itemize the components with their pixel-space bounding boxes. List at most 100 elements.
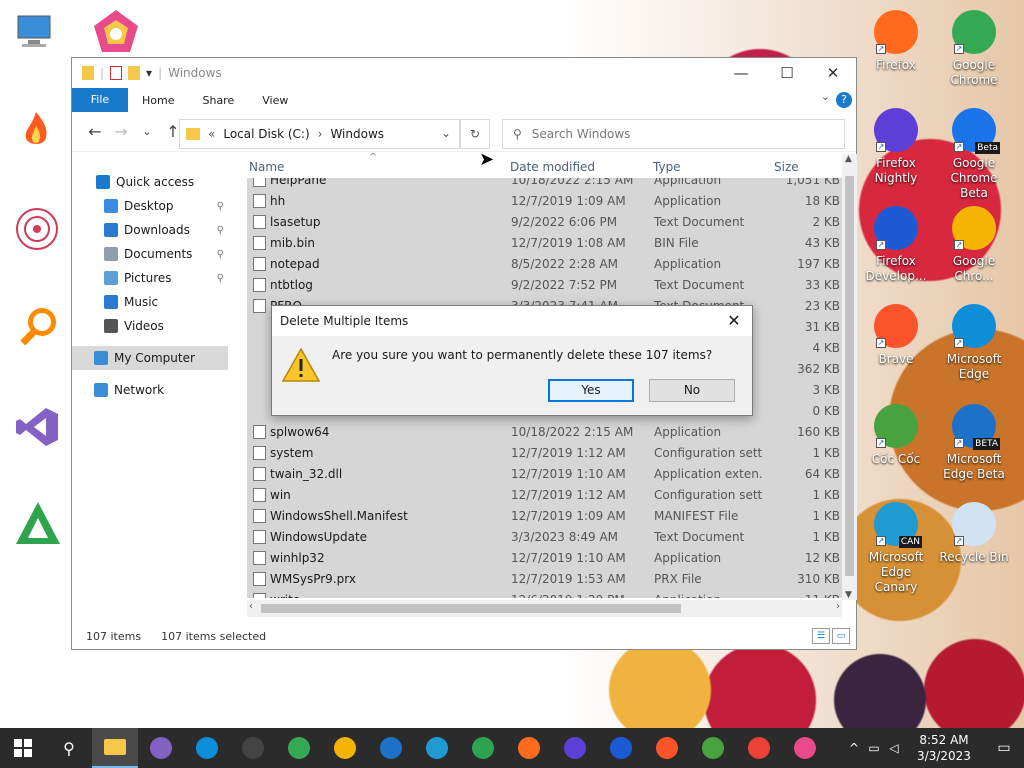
scroll-left-icon[interactable]: ‹ <box>249 601 253 612</box>
table-row[interactable]: mib.bin 12/7/2019 1:08 AM BIN File 43 KB <box>247 232 842 253</box>
desktop-shortcut[interactable]: ↗ Recycle Bin <box>936 502 1012 565</box>
expand-ribbon-icon[interactable]: ⌄ <box>821 90 830 103</box>
taskbar-firefox[interactable] <box>506 728 552 768</box>
desktop-shortcut[interactable]: ↗ Brave <box>858 304 934 367</box>
column-header-name[interactable]: Name <box>249 160 284 174</box>
volume-icon[interactable]: ◁ <box>884 741 904 755</box>
table-row[interactable]: ntbtlog 9/2/2022 7:52 PM Text Document 33 K… <box>247 274 842 295</box>
clock[interactable]: 8:52 AM 3/3/2023 <box>904 732 984 764</box>
forward-arrow-icon[interactable]: → <box>108 122 134 141</box>
help-icon[interactable]: ? <box>836 92 852 108</box>
vertical-scrollbar[interactable]: ▲ ▼ <box>842 154 857 600</box>
mandala-app-desktop-icon[interactable] <box>14 206 62 254</box>
chevron-right-icon[interactable]: › <box>318 127 323 141</box>
table-row[interactable]: splwow64 10/18/2022 2:15 AM Application 160… <box>247 421 842 442</box>
scroll-thumb[interactable] <box>261 604 681 613</box>
quick-access-dropdown-icon[interactable]: ▾ <box>146 66 152 80</box>
notifications-icon[interactable]: ▭ <box>984 740 1024 756</box>
desktop-shortcut[interactable]: ↗ Microsoft Edge <box>936 304 1012 382</box>
desktop-shortcut[interactable]: ↗ Firefox Nightly <box>858 108 934 186</box>
table-row[interactable]: twain_32.dll 12/7/2019 1:10 AM Application… <box>247 463 842 484</box>
taskbar-chrome[interactable] <box>736 728 782 768</box>
desktop-shortcut[interactable]: ↗ Cốc Cốc <box>858 404 934 467</box>
table-row[interactable]: win 12/7/2019 1:12 AM Configuration sett..… <box>247 484 842 505</box>
desktop-shortcut[interactable]: ↗ Google Chrome <box>936 10 1012 88</box>
table-row[interactable]: notepad 8/5/2022 2:28 AM Application 197 KB <box>247 253 842 274</box>
large-icons-view-icon[interactable]: ▭ <box>832 628 850 644</box>
taskbar-brave[interactable] <box>644 728 690 768</box>
start-button[interactable] <box>0 728 46 768</box>
tab-home[interactable]: Home <box>128 94 188 107</box>
table-row[interactable]: WMSysPr9.prx 12/7/2019 1:53 AM PRX File 310… <box>247 568 842 589</box>
new-folder-icon[interactable] <box>128 66 141 80</box>
table-row[interactable]: hh 12/7/2019 1:09 AM Application 18 KB <box>247 190 842 211</box>
nav-item[interactable]: Pictures ⚲ <box>72 266 228 290</box>
delete-confirmation-dialog[interactable]: Delete Multiple Items ✕ Are you sure you… <box>271 305 753 416</box>
polychromatic-desktop-icon[interactable] <box>92 8 140 56</box>
table-row[interactable]: WindowsUpdate 3/3/2023 8:49 AM Text Docume… <box>247 526 842 547</box>
properties-icon[interactable] <box>110 66 123 80</box>
desktop-shortcut[interactable]: ↗ Firefox <box>858 10 934 73</box>
network-icon[interactable]: ▭ <box>864 741 884 755</box>
table-row[interactable]: HelpPane 10/18/2022 2:15 AM Application 1,0… <box>247 178 842 190</box>
column-header-type[interactable]: Type <box>653 160 681 174</box>
taskbar-edge-canary[interactable] <box>414 728 460 768</box>
scroll-up-icon[interactable]: ▲ <box>845 154 852 164</box>
taskbar-search-icon[interactable]: ⚲ <box>46 728 92 768</box>
computer-desktop-icon[interactable] <box>14 12 62 60</box>
nav-item[interactable]: My Computer <box>72 346 228 370</box>
tab-share[interactable]: Share <box>188 94 248 107</box>
table-row[interactable]: WindowsShell.Manifest 12/7/2019 1:09 AM MA… <box>247 505 842 526</box>
nav-item[interactable]: Music <box>72 290 228 314</box>
nav-item[interactable]: Videos <box>72 314 228 338</box>
breadcrumb-windows[interactable]: Windows <box>330 127 384 141</box>
search-input[interactable]: ⚲ Search Windows <box>502 119 845 149</box>
dialog-close-button[interactable]: ✕ <box>716 306 752 336</box>
nav-item[interactable]: Documents ⚲ <box>72 242 228 266</box>
scroll-right-icon[interactable]: › <box>836 601 840 612</box>
title-bar[interactable]: | ▾ | Windows — ☐ ✕ <box>72 58 856 88</box>
taskbar-edge[interactable] <box>184 728 230 768</box>
address-overflow[interactable]: « <box>208 127 215 141</box>
taskbar-edge-beta[interactable] <box>368 728 414 768</box>
taskbar-obs[interactable] <box>230 728 276 768</box>
maximize-button[interactable]: ☐ <box>764 58 810 88</box>
recent-locations-icon[interactable]: ⌄ <box>134 125 160 138</box>
nav-item[interactable]: Network <box>72 378 228 402</box>
details-view-icon[interactable]: ☰ <box>812 628 830 644</box>
pdf-app-desktop-icon[interactable] <box>14 500 62 548</box>
scroll-down-icon[interactable]: ▼ <box>845 590 852 600</box>
table-row[interactable]: system 12/7/2019 1:12 AM Configuration set… <box>247 442 842 463</box>
no-button[interactable]: No <box>649 379 735 402</box>
visual-studio-desktop-icon[interactable] <box>14 404 62 452</box>
breadcrumb-local-disk[interactable]: Local Disk (C:) <box>223 127 309 141</box>
desktop-shortcut[interactable]: CAN ↗ Microsoft Edge Canary <box>858 502 934 595</box>
desktop-shortcut[interactable]: ↗ Google Chro... <box>936 206 1012 284</box>
taskbar-firefox-nightly[interactable] <box>552 728 598 768</box>
show-hidden-icons-icon[interactable]: ^ <box>844 741 864 755</box>
column-header-size[interactable]: Size <box>774 160 799 174</box>
column-header-date[interactable]: Date modified <box>510 160 595 174</box>
back-arrow-icon[interactable]: ← <box>82 122 108 141</box>
tab-view[interactable]: View <box>248 94 302 107</box>
taskbar-polychromatic[interactable] <box>782 728 828 768</box>
table-row[interactable]: winhlp32 12/7/2019 1:10 AM Application 12 K… <box>247 547 842 568</box>
yes-button[interactable]: Yes <box>548 379 634 402</box>
address-bar[interactable]: « Local Disk (C:) › Windows ⌄ <box>179 119 460 149</box>
taskbar-chrome-beta[interactable] <box>276 728 322 768</box>
flame-app-desktop-icon[interactable] <box>14 108 62 156</box>
taskbar-visual-studio[interactable] <box>138 728 184 768</box>
desktop-shortcut[interactable]: ↗ Firefox Develop... <box>858 206 934 284</box>
close-button[interactable]: ✕ <box>810 58 856 88</box>
taskbar-firefox-dev[interactable] <box>598 728 644 768</box>
taskbar-file-explorer[interactable] <box>92 728 138 768</box>
refresh-button[interactable]: ↻ <box>460 119 490 149</box>
chevron-down-icon[interactable]: ⌄ <box>441 126 451 140</box>
nav-item[interactable]: Desktop ⚲ <box>72 194 228 218</box>
nav-item[interactable]: Quick access <box>72 170 228 194</box>
desktop-shortcut[interactable]: BETA ↗ Microsoft Edge Beta <box>936 404 1012 482</box>
taskbar-chrome-canary[interactable] <box>322 728 368 768</box>
scroll-thumb[interactable] <box>845 176 854 576</box>
table-row[interactable]: write 12/6/2019 1:29 PM Application 11 KB <box>247 589 842 598</box>
table-row[interactable]: lsasetup 9/2/2022 6:06 PM Text Document 2 K… <box>247 211 842 232</box>
